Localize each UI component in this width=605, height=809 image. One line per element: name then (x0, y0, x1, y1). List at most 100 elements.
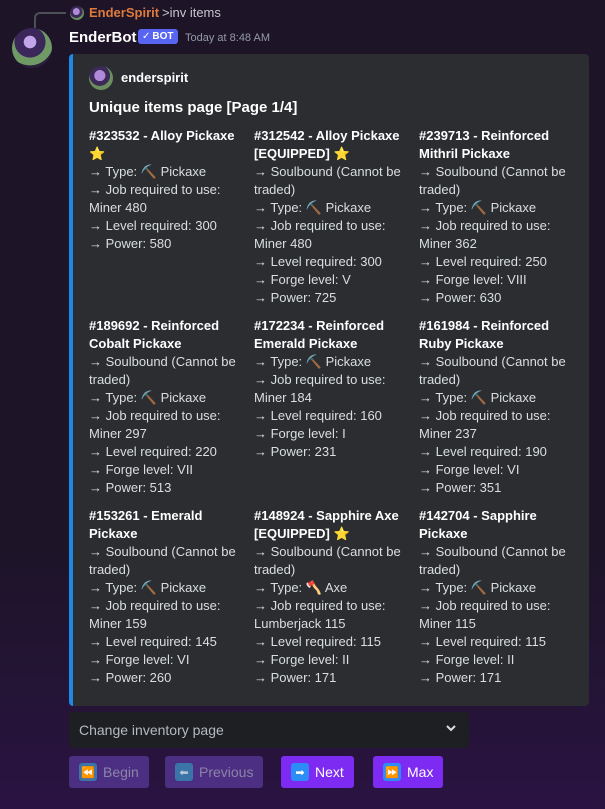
field-line: → Job required to use: Miner 480 (89, 182, 221, 215)
field-name-text: #312542 - Alloy Pickaxe [EQUIPPED] (254, 128, 400, 161)
embed-field: #161984 - Reinforced Ruby Pickaxe → Soulb… (419, 317, 579, 497)
field-line: → Power: 630 (419, 290, 502, 305)
button-label: Next (315, 764, 344, 780)
field-line: → Job required to use: Miner 480 (254, 218, 386, 251)
field-name-text: #153261 - Emerald Pickaxe (89, 508, 203, 541)
field-line: → Forge level: VI (419, 462, 520, 477)
field-line: → Level required: 300 (254, 254, 382, 269)
field-line: → Forge level: VII (89, 462, 194, 477)
field-line: → Type: 🪓 Axe (254, 580, 348, 595)
embed-author-avatar (89, 66, 113, 90)
max-button[interactable]: ⏩ Max (373, 756, 444, 788)
field-name: #239713 - Reinforced Mithril Pickaxe (419, 127, 579, 163)
star-icon: ⭐ (333, 146, 350, 161)
field-line: → Soulbound (Cannot be traded) (89, 544, 236, 577)
field-line: → Type: ⛏️ Pickaxe (254, 354, 372, 369)
fast-forward-icon: ⏩ (383, 763, 401, 781)
field-line: → Power: 171 (419, 670, 502, 685)
star-icon: ⭐ (333, 526, 350, 541)
field-line: → Power: 171 (254, 670, 337, 685)
inventory-page-select[interactable]: Change inventory page (69, 712, 469, 748)
field-line: → Power: 231 (254, 444, 337, 459)
field-line: → Job required to use: Lumberjack 115 (254, 598, 386, 631)
embed-field: #142704 - Sapphire Pickaxe → Soulbound (C… (419, 507, 579, 687)
embed-field: #323532 - Alloy Pickaxe ⭐ → Type: ⛏️ Pick… (89, 127, 249, 253)
bot-badge-label: BOT (152, 31, 174, 42)
field-line: → Job required to use: Miner 362 (419, 218, 551, 251)
bot-badge: ✓ BOT (138, 29, 178, 44)
field-line: → Type: ⛏️ Pickaxe (89, 164, 207, 179)
field-name: #153261 - Emerald Pickaxe (89, 507, 249, 543)
field-line: → Type: ⛏️ Pickaxe (89, 390, 207, 405)
field-line: → Level required: 190 (419, 444, 547, 459)
field-line: → Level required: 145 (89, 634, 217, 649)
field-line: → Level required: 250 (419, 254, 547, 269)
field-name: #323532 - Alloy Pickaxe ⭐ (89, 127, 249, 163)
field-line: → Power: 513 (89, 480, 172, 495)
field-name: #142704 - Sapphire Pickaxe (419, 507, 579, 543)
field-line: → Forge level: V (254, 272, 351, 287)
field-line: → Soulbound (Cannot be traded) (419, 164, 566, 197)
field-line: → Power: 351 (419, 480, 502, 495)
embed-field: #172234 - Reinforced Emerald Pickaxe → Ty… (254, 317, 414, 461)
button-label: Previous (199, 764, 254, 780)
field-line: → Soulbound (Cannot be traded) (419, 354, 566, 387)
rewind-icon: ⏪ (79, 763, 97, 781)
next-button[interactable]: ➡ Next (281, 756, 354, 788)
embed-title: Unique items page [Page 1/4] (89, 99, 298, 116)
previous-button[interactable]: ⬅ Previous (165, 756, 264, 788)
field-line: → Soulbound (Cannot be traded) (419, 544, 566, 577)
field-line: → Job required to use: Miner 297 (89, 408, 221, 441)
field-line: → Level required: 300 (89, 218, 217, 233)
message-author[interactable]: EnderBot (69, 29, 137, 46)
field-name-text: #189692 - Reinforced Cobalt Pickaxe (89, 318, 220, 351)
chevron-down-icon (444, 721, 458, 738)
field-name-text: #148924 - Sapphire Axe [EQUIPPED] (254, 508, 399, 541)
button-label: Begin (103, 764, 139, 780)
avatar[interactable] (12, 28, 52, 68)
field-line: → Level required: 160 (254, 408, 382, 423)
embed-field: #148924 - Sapphire Axe [EQUIPPED] ⭐ → Sou… (254, 507, 414, 687)
field-line: → Soulbound (Cannot be traded) (254, 164, 401, 197)
field-name-text: #172234 - Reinforced Emerald Pickaxe (254, 318, 385, 351)
field-line: → Job required to use: Miner 237 (419, 408, 551, 441)
message-timestamp: Today at 8:48 AM (185, 32, 270, 44)
field-line: → Forge level: VI (89, 652, 190, 667)
select-placeholder: Change inventory page (79, 722, 224, 738)
field-line: → Power: 725 (254, 290, 337, 305)
field-line: → Soulbound (Cannot be traded) (254, 544, 401, 577)
embed-field: #312542 - Alloy Pickaxe [EQUIPPED] ⭐ → So… (254, 127, 414, 307)
field-line: → Power: 260 (89, 670, 172, 685)
field-line: → Forge level: II (419, 652, 515, 667)
reply-content[interactable]: >inv items (162, 5, 221, 20)
reply-connector (34, 12, 66, 28)
field-line: → Job required to use: Miner 115 (419, 598, 551, 631)
field-name: #172234 - Reinforced Emerald Pickaxe (254, 317, 414, 353)
field-line: → Forge level: VIII (419, 272, 527, 287)
star-icon: ⭐ (89, 146, 106, 161)
field-line: → Type: ⛏️ Pickaxe (254, 200, 372, 215)
field-name: #148924 - Sapphire Axe [EQUIPPED] ⭐ (254, 507, 414, 543)
field-name: #161984 - Reinforced Ruby Pickaxe (419, 317, 579, 353)
field-name-text: #239713 - Reinforced Mithril Pickaxe (419, 128, 550, 161)
reply-username[interactable]: EnderSpirit (89, 5, 159, 20)
field-line: → Job required to use: Miner 159 (89, 598, 221, 631)
button-label: Max (407, 764, 434, 780)
embed-author: enderspirit (121, 70, 189, 85)
field-line: → Level required: 115 (254, 634, 381, 649)
field-name-text: #323532 - Alloy Pickaxe (89, 128, 235, 143)
embed-field: #153261 - Emerald Pickaxe → Soulbound (Ca… (89, 507, 249, 687)
field-name: #189692 - Reinforced Cobalt Pickaxe (89, 317, 249, 353)
field-line: → Type: ⛏️ Pickaxe (419, 580, 537, 595)
field-line: → Job required to use: Miner 184 (254, 372, 386, 405)
field-line: → Level required: 115 (419, 634, 546, 649)
embed-field: #189692 - Reinforced Cobalt Pickaxe → Sou… (89, 317, 249, 497)
embed: enderspirit Unique items page [Page 1/4]… (69, 54, 589, 706)
field-line: → Type: ⛏️ Pickaxe (419, 390, 537, 405)
begin-button[interactable]: ⏪ Begin (69, 756, 149, 788)
field-line: → Type: ⛏️ Pickaxe (419, 200, 537, 215)
field-line: → Soulbound (Cannot be traded) (89, 354, 236, 387)
checkmark-icon: ✓ (142, 31, 151, 42)
arrow-left-icon: ⬅ (175, 763, 193, 781)
reply-avatar[interactable] (70, 6, 84, 20)
